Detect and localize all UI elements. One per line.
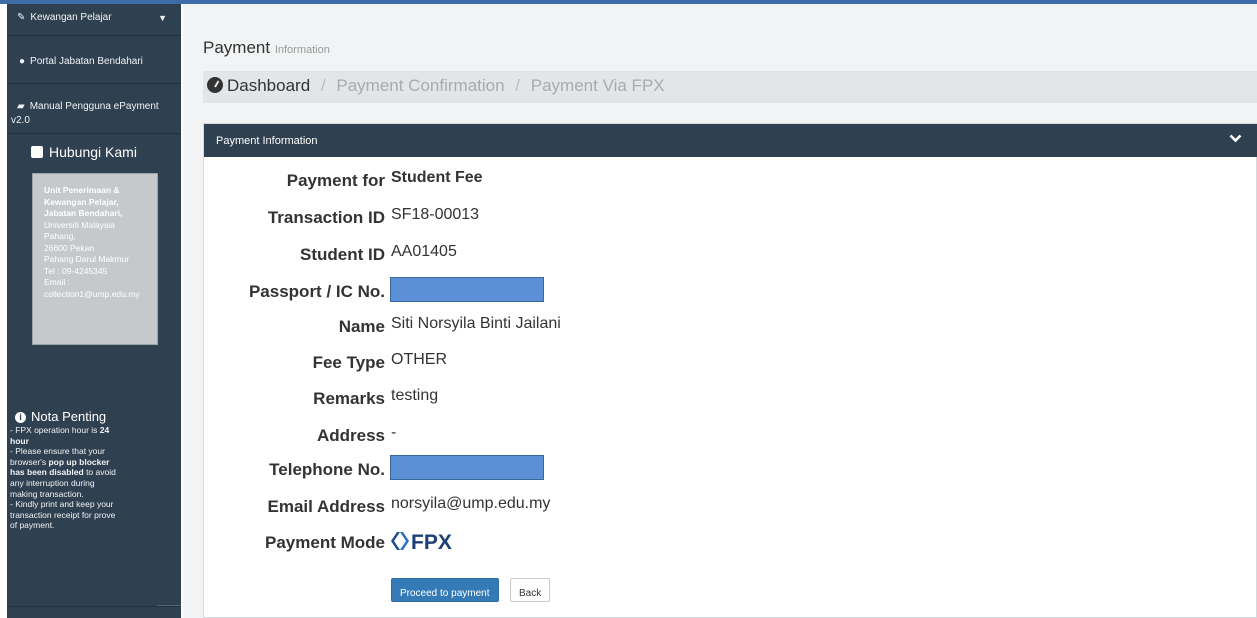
redacted-value (390, 455, 544, 480)
field-fee-type: Fee Type OTHER (204, 351, 1257, 383)
contact-line: Unit Penerimaan & (44, 185, 120, 195)
field-value: - (391, 424, 397, 441)
field-label: Payment for (286, 171, 385, 190)
field-value: testing (391, 387, 439, 404)
nota-text: - Please ensure that your (10, 446, 105, 457)
field-student-id: Student ID AA01405 (204, 243, 1257, 275)
info-icon: i (15, 412, 26, 423)
nota-text: making transaction. (10, 488, 84, 499)
breadcrumb-dashboard[interactable]: Dashboard (207, 76, 310, 95)
contact-line: Jabatan Bendahari, (44, 208, 123, 218)
page-title-sub: Information (274, 44, 330, 56)
page-title-main: Payment (203, 38, 271, 57)
sidebar-item-portal[interactable]: ● Portal Jabatan Bendahari (7, 44, 181, 84)
dashboard-icon (207, 77, 223, 93)
edit-icon: ✎ (17, 12, 26, 23)
nota-title-label: Nota Penting (31, 409, 107, 424)
nota-text: to avoid (83, 467, 116, 478)
field-value: OTHER (391, 351, 447, 368)
nota-text: transaction receipt for prove (10, 509, 116, 520)
contact-phone: Tel : 09-4245345 (44, 265, 108, 276)
field-label: Telephone No. (269, 460, 385, 479)
field-address: Address - (204, 424, 1257, 456)
sidebar-item-kewangan-pelajar[interactable]: ✎ Kewangan Pelajar ▼ (7, 4, 181, 36)
sidebar-item-label: Portal Jabatan Bendahari (30, 56, 143, 67)
hubungi-kami-heading: Hubungi Kami (31, 144, 137, 160)
field-value: SF18-00013 (391, 206, 480, 223)
nota-text-bold: 24 (99, 425, 110, 435)
field-transaction-id: Transaction ID SF18-00013 (204, 206, 1257, 238)
sidebar-scroll-hint (157, 605, 181, 606)
proceed-to-payment-button[interactable]: Proceed to payment (391, 578, 499, 602)
field-value: Student Fee (391, 169, 483, 186)
panel-header: Payment Information (204, 124, 1257, 157)
breadcrumb-separator: / (515, 76, 521, 95)
nota-text: - FPX operation hour is (10, 425, 100, 435)
field-label: Payment Mode (265, 533, 385, 552)
sidebar-item-label: Kewangan Pelajar (30, 12, 112, 23)
nota-text-bold: has been disabled (10, 467, 84, 478)
caret-down-icon: ▼ (158, 13, 167, 23)
contact-line: Kewangan Pelajar, (44, 196, 119, 207)
nota-text: browser's (10, 456, 49, 467)
field-value: AA01405 (391, 243, 457, 260)
breadcrumb-payment-via-fpx: Payment Via FPX (530, 76, 665, 95)
contact-card: Unit Penerimaan & Kewangan Pelajar, Jaba… (32, 173, 158, 345)
sidebar-divider (7, 606, 181, 607)
phone-square-icon (31, 146, 43, 158)
sidebar-item-label-version: v2.0 (11, 115, 30, 126)
field-value: Siti Norsyila Binti Jailani (391, 315, 561, 332)
field-payment-mode: Payment Mode FPX (204, 531, 1257, 563)
field-value: norsyila@ump.edu.my (391, 495, 551, 512)
hubungi-kami-label: Hubungi Kami (49, 144, 137, 160)
back-button[interactable]: Back (510, 578, 551, 602)
nota-text-bold: pop up blocker (48, 456, 110, 467)
sidebar-item-manual[interactable]: ▰ Manual Pengguna ePayment v2.0 (7, 88, 181, 134)
field-email: Email Address norsyila@ump.edu.my (204, 495, 1257, 527)
field-telephone: Telephone No. (204, 455, 1257, 490)
field-label: Name (338, 317, 385, 336)
redacted-value (390, 277, 544, 302)
breadcrumb: Dashboard / Payment Confirmation / Payme… (203, 71, 1257, 103)
chevron-down-icon[interactable] (1229, 132, 1242, 145)
contact-line: Universiti Malaysia (44, 219, 115, 230)
breadcrumb-separator: / (320, 76, 326, 95)
panel-title: Payment Information (216, 135, 318, 147)
contact-line: Pahang, (44, 231, 76, 241)
field-payment-for: Payment for Student Fee (204, 169, 1257, 201)
fpx-logo: FPX (391, 531, 452, 554)
sidebar-item-label: Manual Pengguna ePayment (29, 101, 159, 112)
field-label: Email Address (267, 497, 385, 516)
nota-penting-heading: i Nota Penting (15, 409, 178, 424)
breadcrumb-dashboard-label: Dashboard (227, 76, 311, 95)
contact-line: 26600 Pekan (44, 242, 95, 253)
field-label: Address (316, 426, 385, 445)
nota-text-bold: hour (10, 435, 29, 446)
field-passport-ic: Passport / IC No. (204, 277, 1257, 312)
circle-icon: ● (19, 56, 26, 67)
breadcrumb-payment-confirmation[interactable]: Payment Confirmation (336, 76, 504, 95)
field-remarks: Remarks testing (204, 387, 1257, 419)
field-label: Passport / IC No. (248, 282, 385, 301)
payment-information-panel: Payment Information Payment for Student … (203, 123, 1257, 618)
book-icon: ▰ (17, 101, 25, 112)
nota-text: any interruption during (10, 477, 95, 488)
field-label: Transaction ID (267, 208, 385, 227)
field-label: Student ID (300, 245, 385, 264)
nota-text: of payment. (10, 520, 55, 531)
contact-line: Pahang Darul Makmur (44, 254, 130, 264)
contact-email: collection1@ump.edu.my (44, 288, 140, 299)
field-label: Fee Type (312, 353, 385, 372)
nota-penting: i Nota Penting - FPX operation hour is 24… (10, 409, 178, 531)
nota-text: - Kindly print and keep your (10, 499, 114, 510)
page-title: Payment Information (203, 38, 330, 58)
fpx-logo-text: FPX (411, 531, 452, 554)
sidebar: ✎ Kewangan Pelajar ▼ ● Portal Jabatan Bend… (7, 4, 181, 618)
field-name: Name Siti Norsyila Binti Jailani (204, 315, 1257, 347)
field-label: Remarks (313, 389, 385, 408)
contact-line: Email : (44, 277, 70, 287)
